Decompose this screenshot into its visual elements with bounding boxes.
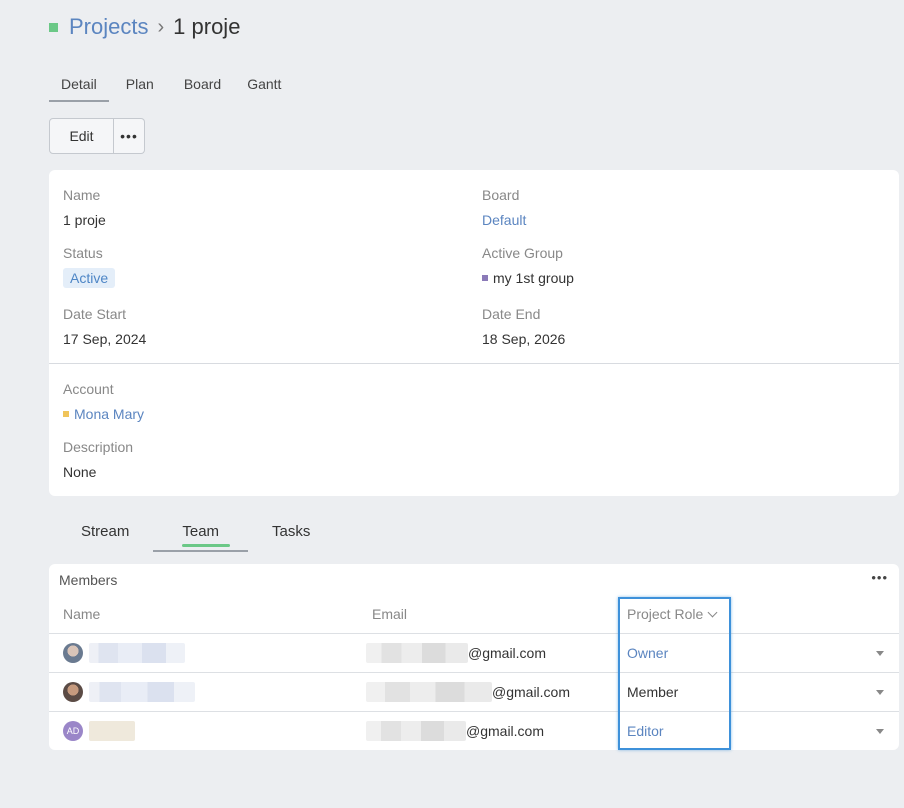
- column-header-project-role[interactable]: Project Role: [627, 606, 718, 622]
- breadcrumb-projects-link[interactable]: Projects: [69, 14, 148, 40]
- avatar: [63, 643, 83, 663]
- caret-down-icon[interactable]: [876, 690, 884, 695]
- email-redacted: [366, 643, 468, 663]
- tab-gantt[interactable]: Gantt: [234, 74, 294, 102]
- members-title: Members: [59, 572, 118, 588]
- board-link[interactable]: Default: [482, 212, 526, 228]
- detail-panel: Name 1 proje Board Default Status Active…: [49, 170, 899, 496]
- email-redacted: [366, 682, 492, 702]
- field-description-label: Description: [63, 439, 134, 455]
- field-status-label: Status: [63, 245, 103, 261]
- name-redacted[interactable]: [89, 682, 195, 702]
- field-date-start-label: Date Start: [63, 306, 127, 322]
- field-name-label: Name: [63, 187, 101, 203]
- field-name-value: 1 proje: [63, 212, 106, 228]
- column-header-email[interactable]: Email: [372, 606, 407, 622]
- column-header-project-role-label[interactable]: Project Role: [627, 606, 703, 622]
- field-date-end: Date End 18 Sep, 2026: [482, 306, 565, 347]
- field-description: Description None: [63, 439, 133, 480]
- field-account: Account Mona Mary: [63, 381, 144, 422]
- caret-down-icon[interactable]: [876, 729, 884, 734]
- role-value[interactable]: Owner: [627, 645, 668, 661]
- status-badge: Active: [63, 268, 116, 288]
- more-actions-button[interactable]: •••: [114, 118, 145, 154]
- relationship-tabs: Stream Team Tasks: [57, 522, 334, 552]
- table-row[interactable]: AD @gmail.com Editor: [49, 711, 899, 750]
- view-tabs: Detail Plan Board Gantt: [49, 74, 294, 102]
- avatar: [63, 682, 83, 702]
- tab-team-label[interactable]: Team: [182, 523, 219, 540]
- field-account-label: Account: [63, 381, 114, 397]
- field-status: Status Active: [63, 245, 116, 288]
- field-date-start-value: 17 Sep, 2024: [63, 331, 147, 347]
- active-group-value: my 1st group: [482, 270, 574, 286]
- field-date-start: Date Start 17 Sep, 2024: [63, 306, 146, 347]
- table-row[interactable]: @gmail.com Member: [49, 672, 899, 711]
- breadcrumb-separator: ›: [157, 15, 165, 38]
- members-menu-button[interactable]: •••: [871, 570, 888, 585]
- project-color-square: [49, 22, 58, 32]
- role-value[interactable]: Member: [627, 684, 678, 700]
- tab-tasks[interactable]: Tasks: [248, 522, 334, 552]
- field-description-value: None: [63, 464, 97, 480]
- account-link[interactable]: Mona Mary: [63, 406, 144, 422]
- page-title: 1 proje: [173, 14, 241, 39]
- tab-plan[interactable]: Plan: [113, 74, 167, 102]
- caret-down-icon[interactable]: [876, 651, 884, 656]
- account-color-dot: [63, 411, 69, 418]
- table-row[interactable]: @gmail.com Owner: [49, 633, 899, 672]
- avatar: AD: [63, 721, 83, 741]
- email-redacted: [366, 721, 466, 741]
- email-suffix: @gmail.com: [492, 684, 571, 700]
- field-active-group: Active Group my 1st group: [482, 245, 574, 286]
- active-group-text: my 1st group: [493, 270, 574, 286]
- tab-board[interactable]: Board: [171, 74, 234, 102]
- action-toolbar: Edit •••: [49, 118, 145, 154]
- chevron-down-icon: [707, 607, 718, 618]
- section-divider: [49, 363, 899, 364]
- field-board: Board Default: [482, 187, 526, 228]
- tab-detail[interactable]: Detail: [49, 74, 109, 102]
- field-name: Name 1 proje: [63, 187, 106, 228]
- breadcrumb: Projects › 1 proje: [49, 12, 240, 42]
- email-suffix: @gmail.com: [468, 645, 547, 661]
- field-date-end-value: 18 Sep, 2026: [482, 331, 566, 347]
- edit-button[interactable]: Edit: [49, 118, 114, 154]
- members-panel: Members ••• Name Email Project Role @gma…: [49, 564, 899, 750]
- tab-team-indicator: [182, 544, 231, 547]
- field-board-label: Board: [482, 187, 520, 203]
- tab-team[interactable]: Team: [153, 522, 249, 552]
- field-date-end-label: Date End: [482, 306, 541, 322]
- account-link-text[interactable]: Mona Mary: [74, 406, 144, 422]
- role-value[interactable]: Editor: [627, 723, 664, 739]
- column-header-name[interactable]: Name: [63, 606, 100, 622]
- field-active-group-label: Active Group: [482, 245, 563, 261]
- name-redacted[interactable]: [89, 643, 185, 663]
- tab-stream[interactable]: Stream: [57, 522, 153, 552]
- email-suffix: @gmail.com: [466, 723, 545, 739]
- group-color-dot: [482, 275, 488, 282]
- name-redacted[interactable]: [89, 721, 135, 741]
